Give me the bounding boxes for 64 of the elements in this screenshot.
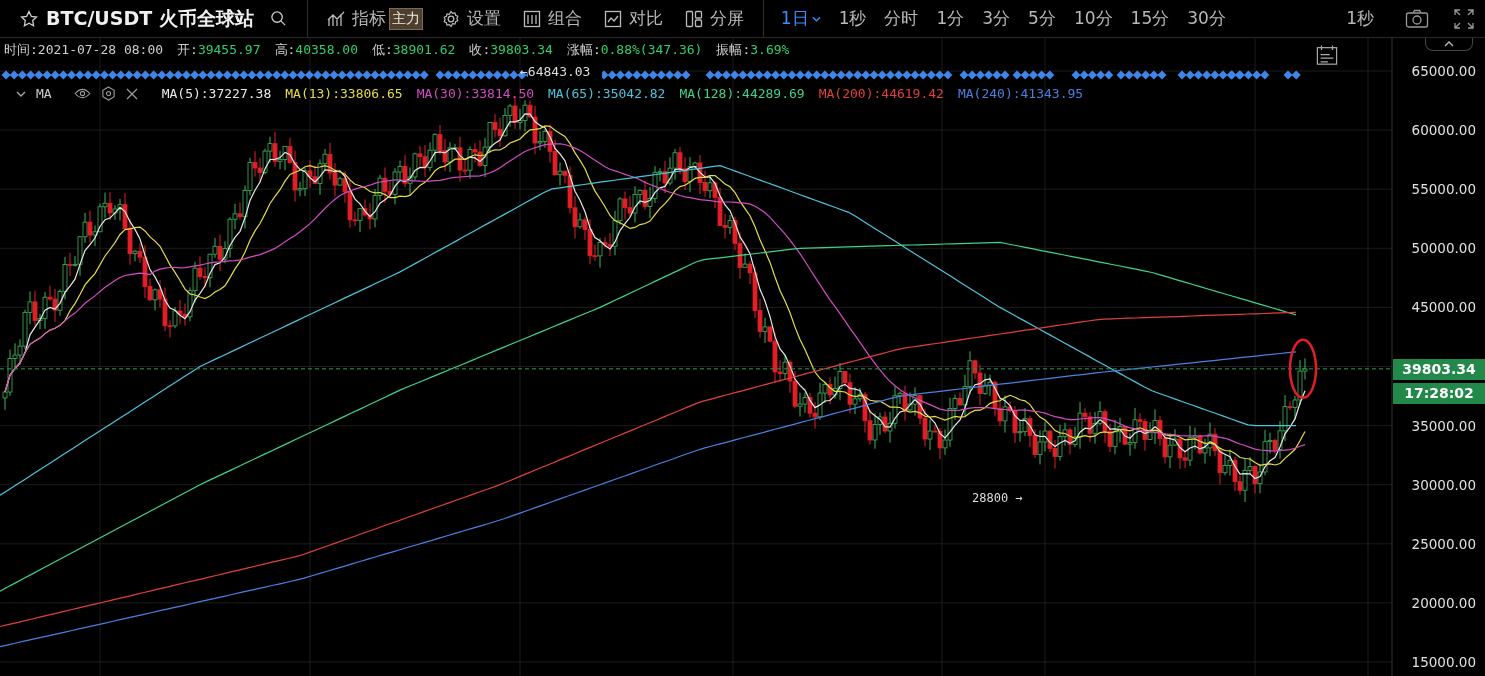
ohlc-field: 低:38901.62: [371, 41, 456, 59]
low-price-label: 28800 →: [972, 491, 1023, 505]
ohlc-field: 时间:2021-07-28 08:00: [4, 41, 164, 59]
chevron-up-icon: [1444, 41, 1454, 47]
interval-tab[interactable]: 30分: [1178, 3, 1235, 34]
high-price-label: ←64843.03: [520, 64, 591, 79]
toolbar-button[interactable]: 设置: [430, 3, 512, 34]
ohlc-field: 涨幅:0.88%(347.36): [566, 41, 703, 59]
last-price-tag: 39803.34: [1393, 358, 1485, 380]
camera-icon[interactable]: [1405, 7, 1429, 30]
axis-label: 15000.00: [1411, 654, 1476, 670]
ma-value: MA(240):41343.95: [957, 86, 1084, 101]
toolbar-button[interactable]: 对比: [592, 3, 674, 34]
caret-icon: [811, 15, 821, 22]
highlight-ellipse: [1288, 338, 1318, 400]
search-icon[interactable]: [269, 10, 287, 27]
split-panels-icon: [684, 9, 703, 28]
axis-label: 60000.00: [1411, 122, 1476, 139]
interval-tab[interactable]: 3分: [973, 3, 1020, 34]
axis-label: 55000.00: [1411, 181, 1476, 198]
ma-value: MA(65):35042.82: [548, 86, 666, 101]
countdown-tag: 17:28:02: [1393, 382, 1485, 404]
axis-label: 35000.00: [1411, 417, 1476, 434]
ma-value: MA(30):33814.50: [416, 86, 535, 101]
chevron-icon[interactable]: [16, 90, 26, 97]
settings-icon[interactable]: [100, 86, 116, 101]
toolbar-button[interactable]: 指标: [315, 3, 389, 34]
ma-value: MA(128):44289.69: [679, 86, 805, 101]
interval-tab[interactable]: 5分: [1019, 3, 1065, 34]
axis-label: 45000.00: [1411, 299, 1476, 316]
axis-label: 30000.00: [1411, 476, 1476, 493]
interval-tab[interactable]: 15分: [1121, 3, 1179, 34]
ma-value: MA(200):44619.42: [818, 86, 944, 101]
ohlc-field: 高:40358.00: [274, 41, 358, 59]
axis-label: 25000.00: [1411, 535, 1476, 552]
axis-label: 65000.00: [1411, 63, 1476, 79]
ohlc-field: 收:39803.34: [469, 41, 553, 59]
symbol-title: BTC/USDT 火币全球站: [46, 5, 254, 31]
calendar-icon[interactable]: [1316, 44, 1338, 66]
ohlc-field: 振幅:3.69%: [716, 41, 790, 59]
ohlc-field: 开:39455.97: [177, 41, 261, 59]
ma-value: MA(5):37227.38: [161, 86, 272, 101]
axis-label: 20000.00: [1411, 594, 1476, 611]
interval-tab[interactable]: 1日: [771, 3, 830, 34]
columns-icon: [522, 9, 541, 28]
interval-button[interactable]: 1秒: [1335, 3, 1385, 34]
indicator-name: MA: [36, 86, 52, 101]
interval-tab[interactable]: 1秒: [829, 3, 876, 34]
collapse-tab[interactable]: [1425, 38, 1473, 51]
toolbar-button[interactable]: 组合: [511, 3, 593, 34]
star-icon[interactable]: [20, 9, 38, 28]
settings-icon: [441, 9, 460, 28]
axis-label: 50000.00: [1411, 240, 1476, 257]
eye-icon[interactable]: [73, 88, 91, 99]
indicator-badge: 主力: [388, 7, 423, 30]
interval-tab[interactable]: 10分: [1064, 3, 1122, 34]
line-chart-icon: [603, 9, 622, 28]
chart-lines-icon: [326, 9, 345, 28]
toolbar-button[interactable]: 分屏: [673, 3, 755, 34]
fullscreen-icon[interactable]: [1453, 7, 1475, 30]
close-icon[interactable]: [125, 87, 138, 100]
interval-tab[interactable]: 分时: [875, 3, 928, 34]
ma-value: MA(13):33806.65: [285, 86, 403, 101]
interval-tab[interactable]: 1分: [927, 3, 974, 34]
